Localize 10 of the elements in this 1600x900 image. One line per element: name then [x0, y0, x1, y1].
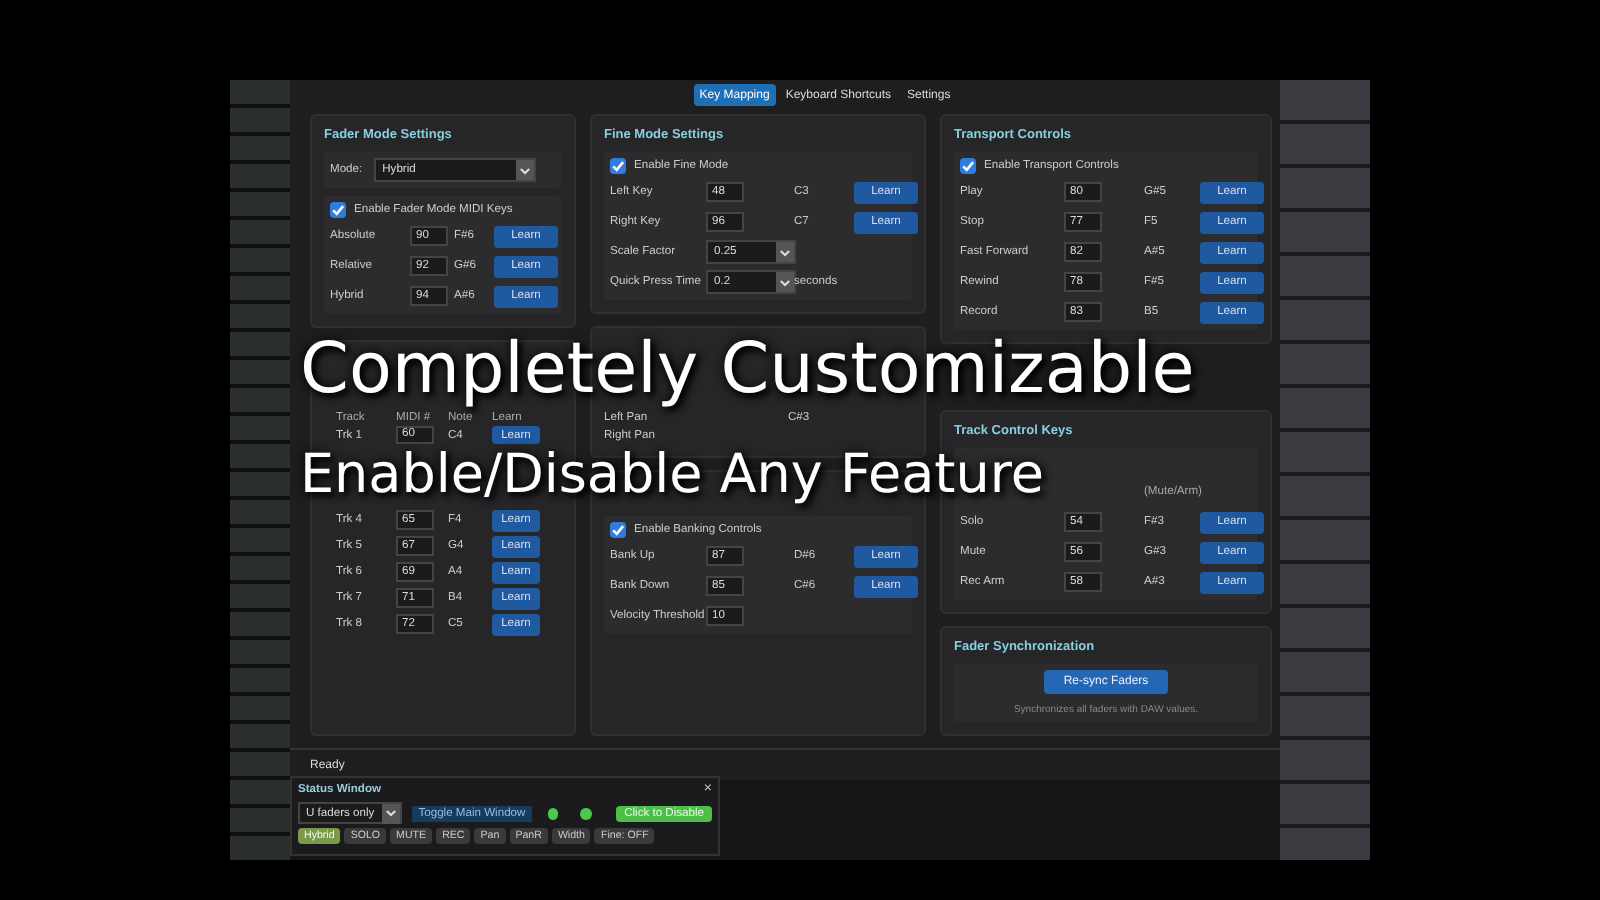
- caption-subtitle: Enable/Disable Any Feature: [300, 448, 1044, 502]
- checkbox[interactable]: [610, 522, 626, 538]
- checkbox[interactable]: [610, 158, 626, 174]
- caret-icon: [778, 275, 792, 289]
- caret-icon: [384, 806, 399, 820]
- caption-title: Completely Customizable: [300, 336, 1195, 406]
- checkbox[interactable]: [330, 202, 346, 218]
- caret-icon: [518, 163, 533, 177]
- caret-icon: [778, 245, 792, 259]
- checkbox[interactable]: [960, 158, 976, 174]
